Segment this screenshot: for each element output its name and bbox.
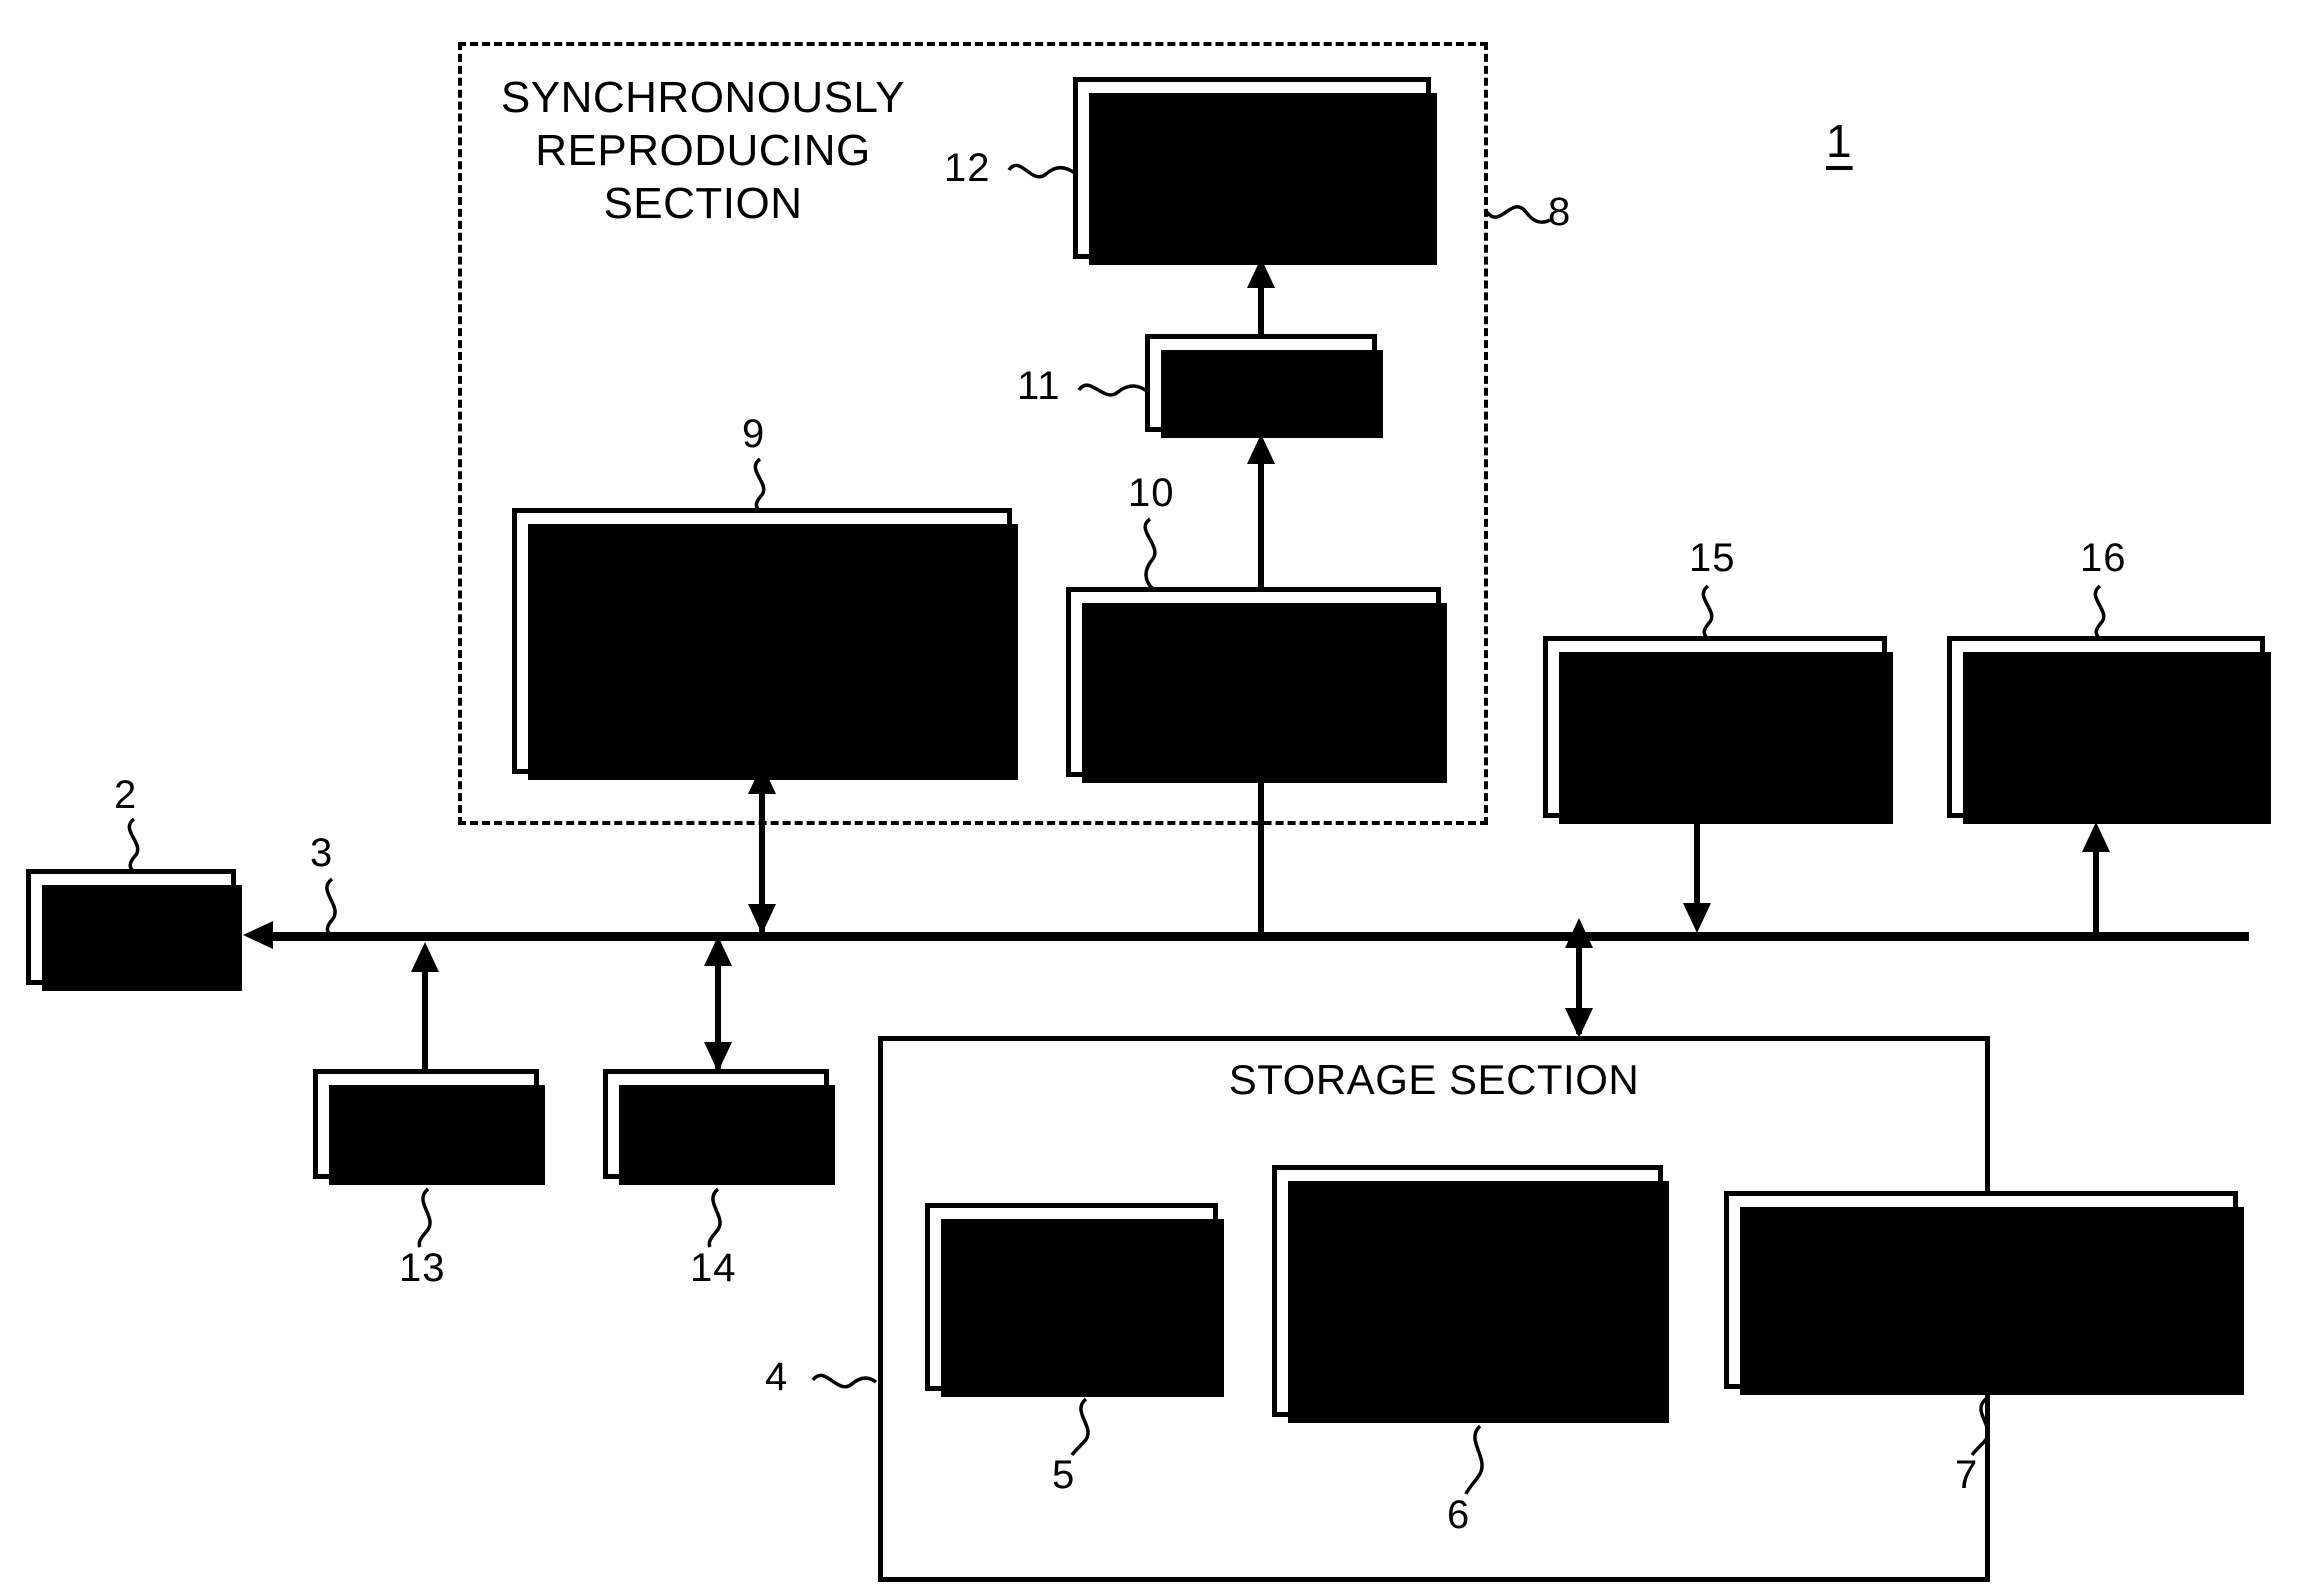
da-converter-box: D/A [1145, 334, 1383, 438]
patent-figure: SYNCHRONOUSLY REPRODUCING SECTION 8 1 AU… [0, 0, 2306, 1596]
reference-10: 10 [1128, 471, 1175, 515]
leader-line-5 [1070, 1397, 1090, 1457]
reference-6: 6 [1447, 1493, 1471, 1537]
audio-output-section-box: AUDIO OUTPUT SECTION [1073, 77, 1437, 265]
leader-line-4 [811, 1373, 878, 1389]
reference-16: 16 [2080, 536, 2127, 580]
song-meta-data-storage-section-box: SONG META DATA STORAGE SECTION [1272, 1165, 1669, 1423]
song-storage-section-label: SONG STORAGE SECTION [972, 1227, 1171, 1366]
reference-11: 11 [1017, 364, 1061, 408]
connector-rom-to-bus [422, 970, 428, 1072]
rom-box: ROM [313, 1069, 545, 1185]
reference-13: 13 [399, 1246, 446, 1290]
remix-pattern-storage-section-box: REMIX PATTERN STORAGE SECTION [1724, 1191, 2244, 1395]
reference-12: 12 [944, 146, 991, 190]
reference-3: 3 [310, 831, 334, 875]
arrowhead-storage-up [1565, 918, 1593, 948]
leader-line-7 [1970, 1397, 1990, 1457]
da-converter-label: D/A [1221, 356, 1301, 409]
connector-user-if-to-bus [1694, 818, 1700, 908]
song-storage-section-box: SONG STORAGE SECTION [925, 1203, 1224, 1397]
arrowhead-mixing-to-da [1247, 434, 1275, 464]
arrowhead-user-if-to-bus [1683, 903, 1711, 933]
storage-section-title: STORAGE SECTION [1228, 1056, 1640, 1103]
leader-line-3 [325, 877, 337, 937]
arrowhead-bus-to-cpu [243, 921, 273, 949]
reference-14: 14 [690, 1246, 737, 1290]
ui-display-section-box: U/I DISPLAY SECTION [1947, 636, 2271, 824]
connector-bus-to-ui-display [2093, 848, 2099, 934]
reference-7: 7 [1955, 1453, 1979, 1497]
leader-line-12 [1007, 163, 1078, 179]
figure-number: 1 [1826, 115, 1853, 167]
audio-mixing-section-box: AUDIO MIXING SECTION [1066, 587, 1447, 783]
ui-display-section-label: U/I DISPLAY SECTION [2015, 657, 2197, 796]
leader-line-13 [417, 1187, 432, 1248]
leader-line-9 [753, 457, 766, 513]
cpu-label: CPU [81, 900, 181, 953]
synchronously-reproducing-section-title: SYNCHRONOUSLY REPRODUCING SECTION [500, 73, 906, 228]
arrowhead-ram-up [704, 936, 732, 966]
system-bus-line [262, 932, 2249, 941]
reference-9: 9 [742, 412, 766, 456]
reference-5: 5 [1052, 1453, 1076, 1497]
user-operation-if-section-label: USER OPERATION I/F SECTION [1594, 657, 1836, 796]
reference-2: 2 [114, 773, 138, 817]
ram-box: RAM [603, 1069, 835, 1185]
audio-output-section-label: AUDIO OUTPUT SECTION [1154, 93, 1350, 243]
arrowhead-storage-down [1565, 1008, 1593, 1038]
arrowhead-ram-down [704, 1042, 732, 1072]
ram-label: RAM [664, 1097, 768, 1150]
reference-15: 15 [1689, 536, 1736, 580]
leader-line-15 [1701, 584, 1714, 640]
arrowhead-rom-to-bus [411, 942, 439, 972]
leader-line-6 [1464, 1424, 1484, 1495]
rom-label: ROM [371, 1097, 481, 1150]
remix-pattern-storage-section-label: REMIX PATTERN STORAGE SECTION [1780, 1242, 2182, 1336]
arrowhead-bus-to-ui-display [2082, 822, 2110, 852]
leader-line-16 [2093, 584, 2106, 640]
leader-line-10 [1143, 517, 1157, 590]
synchronous-reproduction-controlling-section-box: SYNCHRONOUS REPRODUCTION CONTROLLING SEC… [512, 508, 1018, 780]
leader-line-11 [1077, 383, 1150, 397]
synchronous-reproduction-controlling-section-label: SYNCHRONOUS REPRODUCTION CONTROLLING SEC… [584, 541, 940, 741]
cpu-box: CPU [26, 869, 242, 991]
connector-mixing-to-da [1258, 460, 1264, 590]
audio-mixing-section-label: AUDIO MIXING SECTION [1099, 632, 1408, 731]
leader-line-2 [127, 817, 140, 873]
reference-4: 4 [765, 1355, 789, 1399]
connector-da-to-audio-output [1258, 284, 1264, 336]
arrowhead-sync-control-down [748, 904, 776, 934]
user-operation-if-section-box: USER OPERATION I/F SECTION [1543, 636, 1893, 824]
song-meta-data-storage-section-label: SONG META DATA STORAGE SECTION [1356, 1198, 1579, 1383]
leader-line-8 [1485, 205, 1551, 224]
leader-line-14 [707, 1187, 722, 1248]
